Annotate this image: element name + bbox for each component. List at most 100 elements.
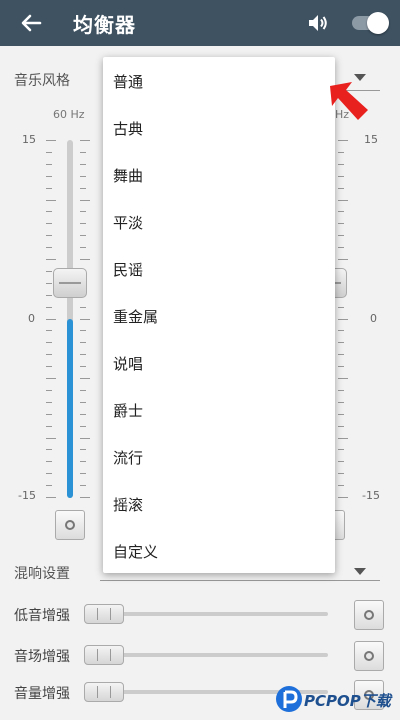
band-reset-button[interactable] [55,510,85,540]
soundstage-boost-button[interactable] [354,641,384,671]
scale-mid-label: 0 [370,312,377,325]
menu-item-rock[interactable]: 摇滚 [103,482,335,529]
scale-tick [46,426,52,427]
scale-tick [46,188,52,189]
scale-tick [338,497,348,498]
band-frequency-label: 60 Hz [53,108,85,121]
scale-tick [46,497,56,498]
reverb-dropdown-arrow-icon[interactable] [354,568,366,575]
scale-tick [338,330,344,331]
scale-tick [338,247,344,248]
scale-tick [338,176,344,177]
scale-mid-label: 0 [28,312,35,325]
scale-tick [46,211,52,212]
scale-tick [80,473,86,474]
scale-tick [80,211,86,212]
scale-tick [46,461,52,462]
scale-tick [46,319,56,320]
scale-tick [338,307,344,308]
scale-tick [46,295,52,296]
scale-tick [80,485,86,486]
scale-tick [338,319,348,320]
volume-icon[interactable] [306,11,330,35]
scale-tick [46,402,52,403]
scale-tick [338,223,344,224]
scale-ticks [338,140,348,498]
scale-tick [80,152,86,153]
menu-item-normal[interactable]: 普通 [103,59,335,106]
scale-tick [46,152,52,153]
music-style-label: 音乐风格 [14,73,70,89]
menu-item-jazz[interactable]: 爵士 [103,388,335,435]
bass-boost-label: 低音增强 [14,608,70,624]
pcpop-logo-icon [276,686,302,712]
menu-item-classical[interactable]: 古典 [103,106,335,153]
scale-tick [46,259,56,260]
scale-tick [46,283,52,284]
scale-tick [46,330,52,331]
scale-tick [80,188,86,189]
scale-tick [338,449,344,450]
reverb-label: 混响设置 [14,566,70,582]
scale-tick [46,438,56,439]
button-dot-icon [364,610,374,620]
scale-tick [338,200,348,201]
scale-tick [46,223,52,224]
scale-tick [338,366,344,367]
scale-tick [46,473,52,474]
scale-tick [80,200,90,201]
red-pointer-arrow-icon [330,82,368,120]
scale-tick [46,271,52,272]
scale-tick [338,211,344,212]
menu-item-heavy-metal[interactable]: 重金属 [103,294,335,341]
menu-item-dance[interactable]: 舞曲 [103,153,335,200]
scale-tick [80,438,90,439]
scale-tick [338,259,348,260]
menu-item-folk[interactable]: 民谣 [103,247,335,294]
menu-item-rap[interactable]: 说唱 [103,341,335,388]
scale-tick [80,342,86,343]
scale-tick [338,426,344,427]
soundstage-boost-thumb[interactable] [84,645,124,665]
button-dot-icon [65,520,75,530]
scale-tick [46,247,52,248]
scale-tick [338,354,344,355]
scale-tick [80,140,90,141]
scale-min-label: -15 [18,489,36,502]
scale-tick [80,402,86,403]
scale-tick [80,330,86,331]
band-slider-track[interactable] [67,140,73,498]
scale-tick [338,235,344,236]
scale-tick [338,390,344,391]
scale-tick [80,366,86,367]
scale-tick [46,390,52,391]
scale-tick [80,235,86,236]
bass-boost-thumb[interactable] [84,604,124,624]
scale-tick [46,354,52,355]
scale-tick [80,259,90,260]
watermark-text: PCPOP下载 [304,692,391,710]
scale-tick [80,449,86,450]
scale-tick [80,390,86,391]
menu-item-pop[interactable]: 流行 [103,435,335,482]
scale-tick [46,307,52,308]
bass-boost-button[interactable] [354,600,384,630]
scale-tick [338,485,344,486]
menu-item-flat[interactable]: 平淡 [103,200,335,247]
scale-tick [80,164,86,165]
scale-tick [46,164,52,165]
top-app-bar: 均衡器 [0,0,400,46]
menu-item-custom[interactable]: 自定义 [103,529,335,576]
scale-tick [80,247,86,248]
scale-tick [80,497,90,498]
band-slider-thumb[interactable] [53,268,87,298]
volume-boost-label: 音量增强 [14,686,70,702]
scale-max-label: 15 [364,133,378,146]
music-style-dropdown-menu: 普通 古典 舞曲 平淡 民谣 重金属 说唱 爵士 流行 摇滚 自定义 [103,57,335,573]
equalizer-toggle-switch[interactable] [352,12,389,34]
soundstage-boost-label: 音场增强 [14,649,70,665]
back-arrow-icon[interactable] [16,8,46,38]
scale-tick [338,461,344,462]
volume-boost-thumb[interactable] [84,682,124,702]
scale-tick [46,200,56,201]
